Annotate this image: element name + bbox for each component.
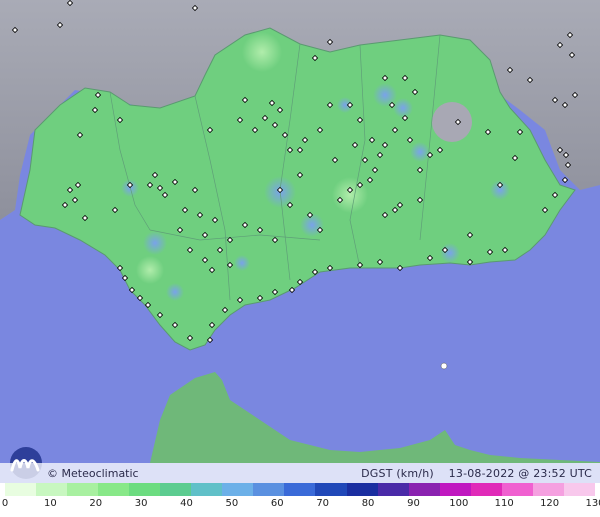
legend-swatch — [377, 483, 409, 496]
legend-swatch — [501, 483, 533, 496]
legend-swatch — [315, 483, 347, 496]
legend-swatch — [129, 483, 161, 496]
legend-swatch — [5, 483, 37, 496]
legend-tick-label: 60 — [270, 498, 284, 509]
light-area — [136, 256, 164, 284]
legend-swatch — [67, 483, 99, 496]
legend-swatch — [222, 483, 254, 496]
legend-tick-label: 0 — [1, 498, 9, 509]
legend-swatch — [563, 483, 595, 496]
legend-swatch — [284, 483, 316, 496]
legend-tick-label: 10 — [44, 498, 57, 509]
legend-swatch — [470, 483, 502, 496]
legend-swatch — [36, 483, 68, 496]
credit-text: © Meteoclimatic — [47, 467, 139, 480]
high-elevation-spot — [432, 102, 472, 142]
datetime-label: 13-08-2022 @ 23:52 UTC — [448, 467, 592, 480]
legend-tick-label: 80 — [361, 498, 375, 509]
legend-tick-label: 130 — [585, 498, 600, 509]
light-area — [242, 32, 282, 72]
legend-swatch — [439, 483, 471, 496]
color-legend: 0 10 20 30 40 50 60 70 80 90 100 110 120 130 — [0, 483, 600, 517]
legend-color-bar — [5, 483, 595, 496]
legend-swatch — [191, 483, 223, 496]
map-canvas — [0, 0, 600, 517]
legend-tick-label: 70 — [316, 498, 330, 509]
light-area — [332, 177, 368, 213]
legend-tick-label: 30 — [134, 498, 148, 509]
legend-swatch — [160, 483, 192, 496]
legend-tick-label: 100 — [449, 498, 469, 509]
legend-swatch — [408, 483, 440, 496]
legend-tick-label: 20 — [89, 498, 103, 509]
legend-swatch — [532, 483, 564, 496]
status-text: DGST (km/h) 13-08-2022 @ 23:52 UTC — [361, 467, 592, 480]
alboran-island — [440, 362, 448, 370]
legend-swatch — [346, 483, 378, 496]
legend-swatch — [98, 483, 130, 496]
wind-gust-map — [0, 0, 600, 517]
legend-tick-label: 50 — [225, 498, 239, 509]
legend-tick-label: 90 — [407, 498, 420, 509]
legend-tick-label: 40 — [180, 498, 193, 509]
variable-label: DGST (km/h) — [361, 467, 434, 480]
legend-tick-label: 110 — [494, 498, 514, 509]
legend-tick-label: 120 — [540, 498, 560, 509]
legend-swatch — [253, 483, 285, 496]
